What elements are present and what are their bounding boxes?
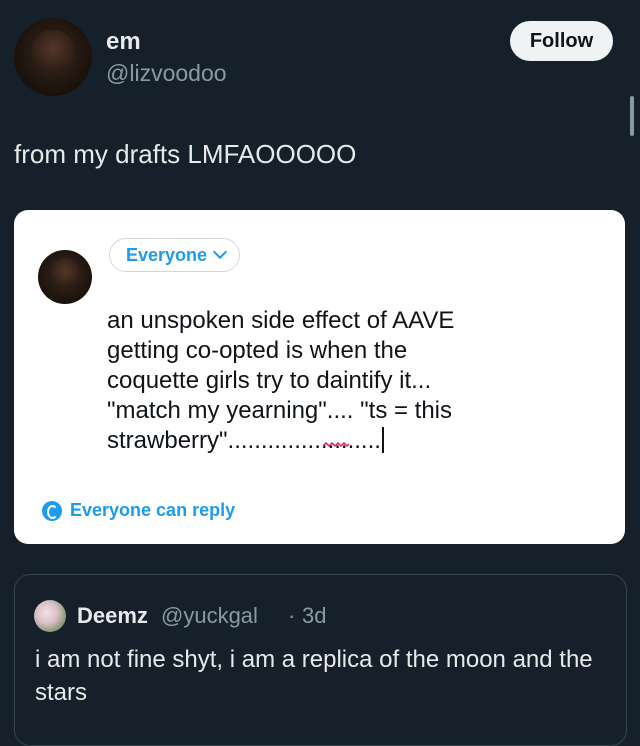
quote-separator: ·	[288, 603, 296, 628]
author-display-name[interactable]: em	[106, 28, 141, 56]
audience-label: Everyone	[126, 244, 208, 265]
author-handle[interactable]: @lizvoodoo	[106, 60, 227, 87]
quoted-reply[interactable]: Deemz @yuckgal · 3d i am not fine shyt, …	[14, 574, 627, 746]
reply-setting: Everyone can reply	[42, 500, 235, 521]
scrollbar[interactable]	[630, 96, 634, 136]
draft-avatar	[38, 250, 92, 304]
follow-button[interactable]: Follow	[510, 21, 613, 61]
quote-avatar[interactable]	[34, 600, 66, 632]
audience-selector: Everyone	[109, 238, 241, 272]
quote-author-handle[interactable]: @yuckgal	[161, 603, 258, 629]
quote-text: i am not fine shyt, i am a replica of th…	[35, 646, 593, 706]
draft-text-content: an unspoken side effect of AAVE getting …	[107, 307, 455, 454]
reply-setting-label: Everyone can reply	[70, 500, 236, 520]
draft-text: an unspoken side effect of AAVE getting …	[107, 306, 577, 456]
embedded-draft-screenshot: Everyone an unspoken side effect of AAVE…	[14, 210, 625, 544]
text-cursor	[381, 427, 384, 453]
globe-icon	[42, 500, 62, 521]
quote-author-name[interactable]: Deemz	[77, 603, 148, 629]
author-avatar[interactable]	[14, 18, 92, 96]
spellcheck-underline	[323, 442, 349, 448]
quote-timestamp[interactable]: 3d	[302, 603, 326, 629]
tweet-text: from my drafts LMFAOOOOO	[14, 139, 357, 169]
chevron-down-icon	[212, 244, 228, 260]
